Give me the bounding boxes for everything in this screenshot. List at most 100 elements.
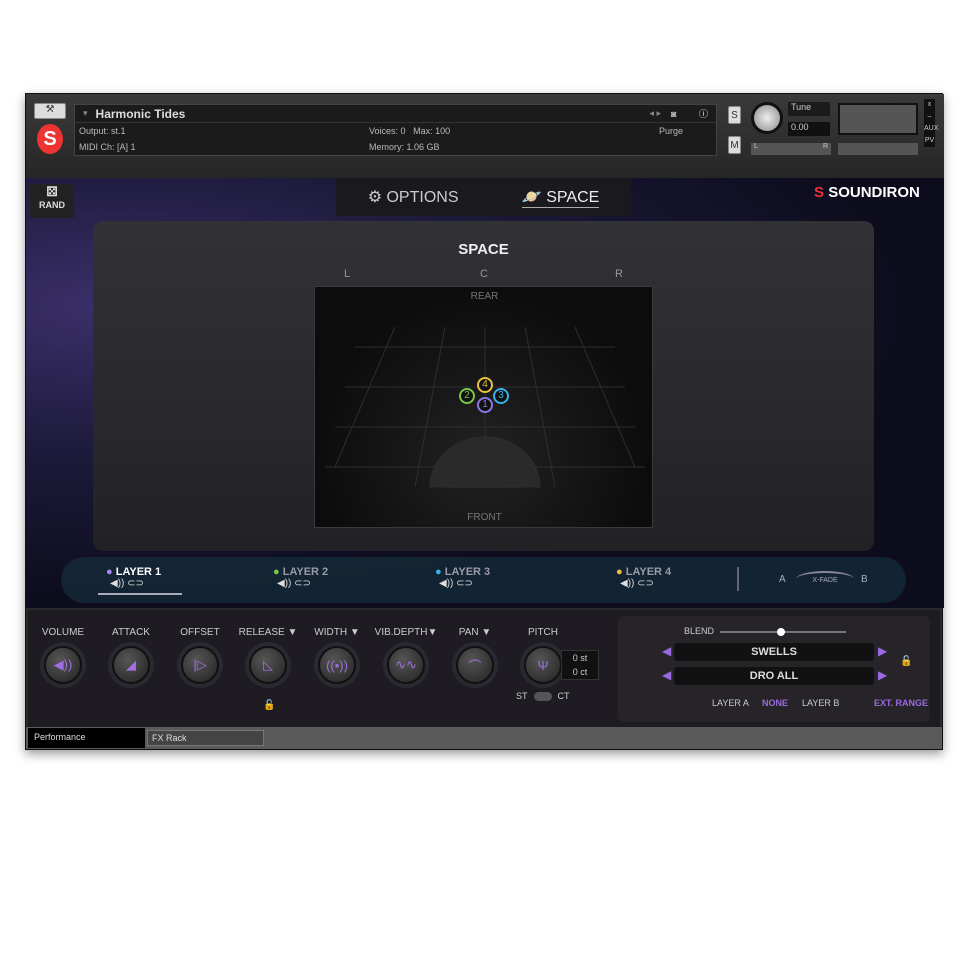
xfade-label: X-FADE xyxy=(812,577,838,584)
label-left: L xyxy=(344,268,351,280)
xfade-slider[interactable]: X-FADE xyxy=(796,571,854,587)
soundiron-brand: S SOUNDIRON xyxy=(814,184,920,201)
blend-slider[interactable] xyxy=(720,628,846,636)
layer-tab-4[interactable]: ● LAYER 4 ◀)) ⊂⊃ xyxy=(616,566,671,589)
pan-knob[interactable]: ⌒ xyxy=(456,646,494,684)
rear-label: REAR xyxy=(470,291,499,302)
close-button[interactable]: x xyxy=(924,99,935,111)
knob-icon: ◢ xyxy=(126,657,136,672)
tab-space[interactable]: 🪐 SPACE xyxy=(521,187,600,208)
tune-label: Tune xyxy=(788,102,830,116)
layer-tab-1[interactable]: ● LAYER 1 ◀)) ⊂⊃ xyxy=(98,566,182,595)
output-field[interactable]: Output: st.1 xyxy=(79,126,369,136)
tab-options[interactable]: ⚙ OPTIONS xyxy=(368,187,459,207)
layer-label: LAYER 2 xyxy=(282,566,329,578)
layer-tab-2[interactable]: ● LAYER 2 ◀)) ⊂⊃ xyxy=(273,566,328,589)
kontakt-window: ⚒ S ▾ Harmonic Tides ◂ ▸ ◙ ⓘ Output: st.… xyxy=(25,93,944,750)
midi-channel-field[interactable]: MIDI Ch: [A] 1 xyxy=(79,142,369,152)
knob-icon: ⌒ xyxy=(468,658,482,674)
wrench-button[interactable]: ⚒ xyxy=(34,103,66,119)
knob-label[interactable]: WIDTH ▼ xyxy=(297,627,377,638)
pan-l: L xyxy=(754,143,758,150)
space-point-4[interactable]: 4 xyxy=(477,377,493,393)
layer-label: LAYER 4 xyxy=(625,566,672,578)
release-knob[interactable]: ◺ xyxy=(249,646,287,684)
xfade-b: B xyxy=(861,574,868,585)
space-panel: SPACE L C R REAR FRONT 12 34 xyxy=(93,221,874,551)
space-point-1[interactable]: 1 xyxy=(477,397,493,413)
space-point-3[interactable]: 3 xyxy=(493,388,509,404)
pan-slider[interactable]: LR xyxy=(751,143,831,155)
select-a[interactable]: SWELLS xyxy=(674,643,874,661)
link-icon[interactable]: ⊂⊃ xyxy=(127,578,144,589)
layer-b-button[interactable]: LAYER B xyxy=(802,698,839,708)
prev-next-icon[interactable]: ◂ ▸ xyxy=(649,108,661,119)
pitch-knob[interactable]: Ψ xyxy=(524,646,562,684)
vibdepth-knob[interactable]: ∿∿ xyxy=(387,646,425,684)
knob-label[interactable]: VIB.DEPTH▼ xyxy=(366,627,446,638)
next-a-button[interactable]: ▶ xyxy=(878,644,887,658)
solo-button[interactable]: S xyxy=(728,106,741,124)
select-b[interactable]: DRO ALL xyxy=(674,667,874,685)
planet-icon: 🪐 xyxy=(521,188,542,206)
offset-knob[interactable]: |▷ xyxy=(181,646,219,684)
attack-knob[interactable]: ◢ xyxy=(112,646,150,684)
none-button[interactable]: NONE xyxy=(762,698,788,708)
divider xyxy=(737,567,739,591)
voices-label: Voices: xyxy=(369,126,399,136)
layer-a-button[interactable]: LAYER A xyxy=(712,698,749,708)
tune-value[interactable]: 0.00 xyxy=(788,122,830,136)
link-icon[interactable]: ⊂⊃ xyxy=(637,578,654,589)
instrument-name[interactable]: Harmonic Tides xyxy=(96,107,186,121)
info-icon[interactable]: ⓘ xyxy=(699,107,708,120)
speaker-icon[interactable]: ◀)) xyxy=(110,578,124,589)
dice-icon: ⚄ xyxy=(46,184,58,199)
purge-button[interactable]: Purge xyxy=(659,126,683,136)
prev-b-button[interactable]: ◀ xyxy=(662,668,671,682)
tab-fx-rack[interactable]: FX Rack xyxy=(147,730,264,746)
output-value: st.1 xyxy=(111,126,126,136)
label-right: R xyxy=(615,268,623,280)
tune-knob[interactable] xyxy=(751,102,783,134)
speaker-icon[interactable]: ◀)) xyxy=(439,578,453,589)
mute-button[interactable]: M xyxy=(728,136,741,154)
bottom-tabs: Performance FX Rack xyxy=(26,727,942,749)
ext-range-button[interactable]: EXT. RANGE xyxy=(874,698,928,708)
tab-performance[interactable]: Performance xyxy=(28,728,145,748)
layer-tab-3[interactable]: ● LAYER 3 ◀)) ⊂⊃ xyxy=(435,566,490,589)
space-title: SPACE xyxy=(458,241,509,258)
knob-icon: ∿∿ xyxy=(395,657,417,672)
camera-icon[interactable]: ◙ xyxy=(671,109,689,119)
volume-slider[interactable] xyxy=(838,143,918,155)
space-point-2[interactable]: 2 xyxy=(459,388,475,404)
lock-icon[interactable]: 🔓 xyxy=(263,700,275,711)
dropdown-icon[interactable]: ▾ xyxy=(83,108,88,119)
tab-options-label: OPTIONS xyxy=(386,189,459,206)
layer-dot-icon: ● xyxy=(106,566,113,578)
aux-button[interactable]: AUX xyxy=(924,123,938,135)
front-label: FRONT xyxy=(467,512,502,523)
st-ct-toggle[interactable] xyxy=(533,691,552,701)
rand-button[interactable]: ⚄ RAND xyxy=(30,184,74,218)
knob-label[interactable]: RELEASE ▼ xyxy=(228,627,308,638)
speaker-icon[interactable]: ◀)) xyxy=(620,578,634,589)
speaker-icon[interactable]: ◀)) xyxy=(277,578,291,589)
memory-label: Memory: xyxy=(369,142,405,152)
link-icon[interactable]: ⊂⊃ xyxy=(294,578,311,589)
next-b-button[interactable]: ▶ xyxy=(878,668,887,682)
max-value[interactable]: 100 xyxy=(435,126,450,136)
link-icon[interactable]: ⊂⊃ xyxy=(456,578,473,589)
gear-icon: ⚙ xyxy=(367,189,383,206)
minimize-button[interactable]: – xyxy=(924,111,935,123)
knob-icon: |▷ xyxy=(193,657,207,672)
pitch-semitones[interactable]: 0 st xyxy=(562,651,598,665)
volume-knob[interactable]: ◀)) xyxy=(44,646,82,684)
width-knob[interactable]: ((•)) xyxy=(318,646,356,684)
prev-a-button[interactable]: ◀ xyxy=(662,644,671,658)
space-grid[interactable]: REAR FRONT 12 34 xyxy=(314,286,653,528)
memory-value: 1.06 GB xyxy=(406,142,440,152)
blend-lock-icon[interactable]: 🔓 xyxy=(900,656,912,667)
pitch-cents[interactable]: 0 ct xyxy=(562,665,598,679)
pv-button[interactable]: PV xyxy=(924,135,935,147)
knob-icon: Ψ xyxy=(537,657,549,673)
